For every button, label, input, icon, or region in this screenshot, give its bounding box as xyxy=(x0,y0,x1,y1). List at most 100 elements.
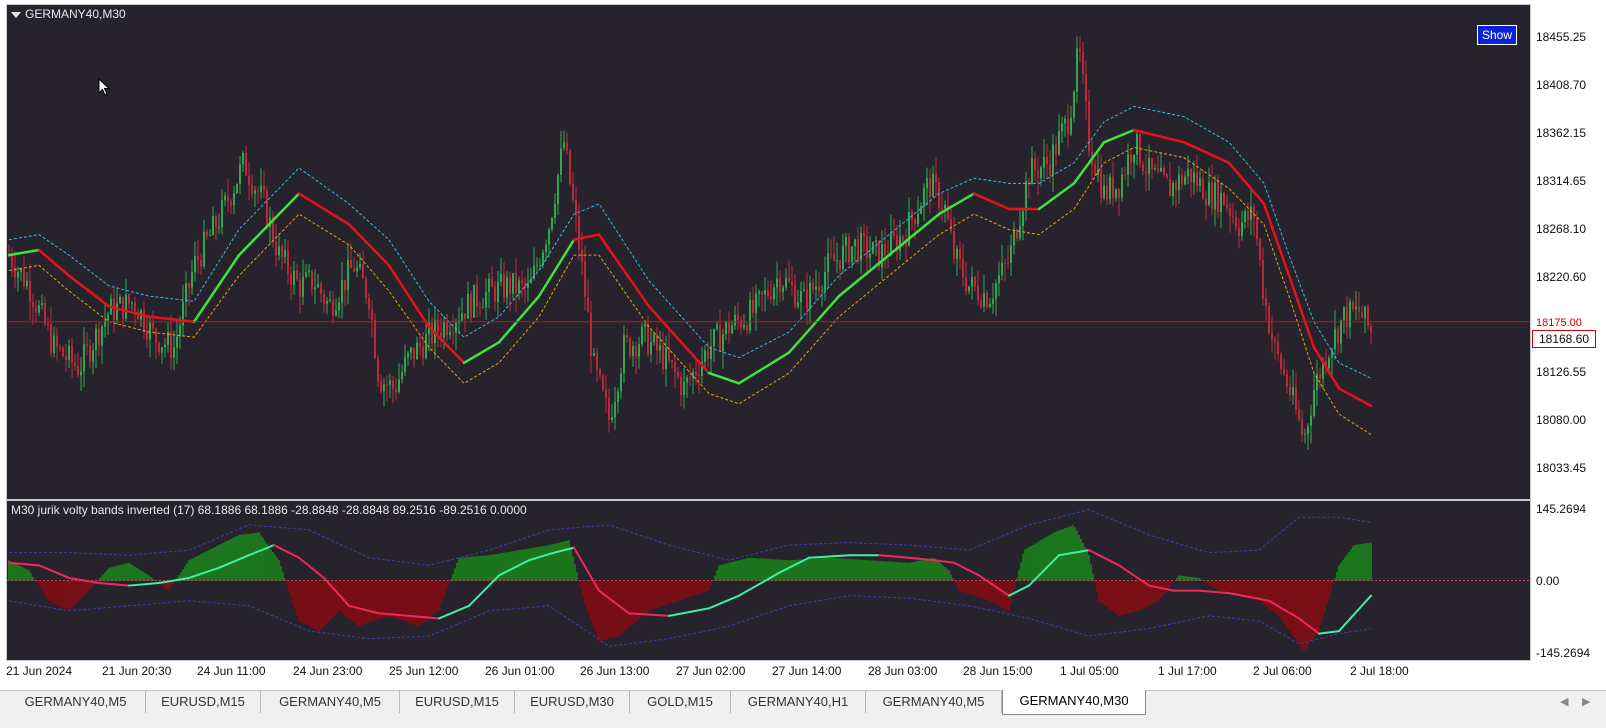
jma-line-segment xyxy=(572,233,601,241)
candle-body xyxy=(38,305,40,313)
candle-body xyxy=(1121,174,1123,198)
price-label: 18126.55 xyxy=(1536,365,1587,379)
candle-body xyxy=(1073,91,1075,118)
candle-body xyxy=(251,184,253,194)
candle-body xyxy=(881,244,883,268)
candle-body xyxy=(761,291,763,295)
indicator-line-segment xyxy=(98,582,130,587)
tab-scroll-right-icon[interactable]: ▶ xyxy=(1582,695,1590,708)
tab-germany40-m5[interactable]: GERMANY40,M5 xyxy=(6,691,146,713)
price-chart-canvas[interactable] xyxy=(7,5,1530,499)
candle-body xyxy=(419,342,421,347)
candle-body xyxy=(914,219,916,225)
candle-body xyxy=(884,244,886,255)
candle-body xyxy=(347,260,349,291)
candle-body xyxy=(1301,419,1303,435)
candle-body xyxy=(536,265,538,267)
time-label: 2 Jul 18:00 xyxy=(1350,664,1409,678)
candle-body xyxy=(374,319,376,359)
tab-germany40-h1[interactable]: GERMANY40,H1 xyxy=(731,691,866,713)
candle-body xyxy=(1076,48,1078,92)
tab-germany40-m5[interactable]: GERMANY40,M5 xyxy=(866,691,1002,713)
candle-body xyxy=(1016,230,1018,239)
candle-body xyxy=(1031,158,1033,185)
candle-body xyxy=(65,356,67,360)
candle-body xyxy=(749,299,751,331)
candle-body xyxy=(707,350,709,360)
candle-body xyxy=(587,297,589,313)
candle-body xyxy=(230,201,232,205)
candle-body xyxy=(227,195,229,202)
indicator-canvas[interactable] xyxy=(7,501,1530,660)
candle-body xyxy=(977,286,979,301)
candle-body xyxy=(950,219,952,232)
candle-body xyxy=(326,300,328,304)
candle-body xyxy=(815,286,817,290)
jma-line-segment xyxy=(1132,128,1186,144)
price-chart-pane[interactable]: GERMANY40,M30 Show xyxy=(6,4,1531,500)
candle-body xyxy=(287,250,289,275)
price-label-line: 18175.00 xyxy=(1536,317,1582,329)
candle-body xyxy=(689,377,691,379)
candle-body xyxy=(1337,328,1339,344)
candle-body xyxy=(929,177,931,197)
candle-body xyxy=(653,334,655,342)
candle-body xyxy=(404,357,406,373)
chart-title[interactable]: GERMANY40,M30 xyxy=(11,7,126,21)
candle-body xyxy=(800,290,802,303)
time-label: 21 Jun 2024 xyxy=(6,664,73,678)
candle-body xyxy=(431,322,433,344)
tab-eurusd-m30[interactable]: EURUSD,M30 xyxy=(515,691,630,713)
candle-body xyxy=(221,199,223,228)
time-label: 28 Jun 03:00 xyxy=(868,664,938,678)
candle-body xyxy=(590,312,592,356)
jma-line-segment xyxy=(937,192,976,216)
candle-body xyxy=(734,315,736,326)
jma-line-segment xyxy=(597,233,651,308)
show-button[interactable]: Show xyxy=(1477,25,1517,45)
tab-eurusd-m15[interactable]: EURUSD,M15 xyxy=(146,691,261,713)
candle-body xyxy=(869,253,871,258)
tab-eurusd-m15[interactable]: EURUSD,M15 xyxy=(400,691,515,713)
candle-body xyxy=(620,373,622,392)
candle-body xyxy=(371,309,373,320)
tab-scroll-left-icon[interactable]: ◀ xyxy=(1560,695,1568,708)
time-axis[interactable]: 21 Jun 2024 21 Jun 20:30 24 Jun 11:00 24… xyxy=(0,660,1530,682)
candle-body xyxy=(155,328,157,343)
indicator-axis-label: -145.2694 xyxy=(1536,646,1591,660)
candle-body xyxy=(194,255,196,272)
candle-body xyxy=(938,181,940,208)
price-label: 18455.25 xyxy=(1536,30,1587,44)
candle-body xyxy=(1049,164,1051,176)
candle-body xyxy=(758,291,760,294)
current-price-label: 18168.60 xyxy=(1532,330,1596,348)
candle-body xyxy=(1295,386,1297,410)
candle-body xyxy=(1220,192,1222,212)
candle-body xyxy=(617,391,619,402)
candle-body xyxy=(1070,117,1072,134)
candle-body xyxy=(176,336,178,348)
candle-body xyxy=(827,253,829,272)
candle-body xyxy=(1145,171,1147,174)
candle-body xyxy=(554,204,556,218)
tab-gold-m15[interactable]: GOLD,M15 xyxy=(630,691,731,713)
candle-body xyxy=(569,150,571,184)
candle-body xyxy=(299,279,301,297)
candle-body xyxy=(1370,325,1372,333)
tab-germany40-m30[interactable]: GERMANY40,M30 xyxy=(1002,690,1146,715)
time-label: 26 Jun 01:00 xyxy=(485,664,555,678)
jma-line-segment xyxy=(537,238,576,298)
tab-germany40-m5[interactable]: GERMANY40,M5 xyxy=(261,691,400,713)
candle-body xyxy=(53,335,55,353)
candle-body xyxy=(821,290,823,292)
candle-body xyxy=(542,252,544,266)
candle-body xyxy=(803,289,805,291)
collapse-triangle-icon[interactable] xyxy=(11,11,21,18)
candle-body xyxy=(1214,182,1216,210)
indicator-line-segment xyxy=(708,594,740,610)
candle-body xyxy=(1313,389,1315,416)
candle-body xyxy=(1346,307,1348,328)
candle-body xyxy=(365,278,367,298)
candle-body xyxy=(134,302,136,312)
indicator-pane[interactable]: M30 jurik volty bands inverted (17) 68.1… xyxy=(6,500,1531,661)
